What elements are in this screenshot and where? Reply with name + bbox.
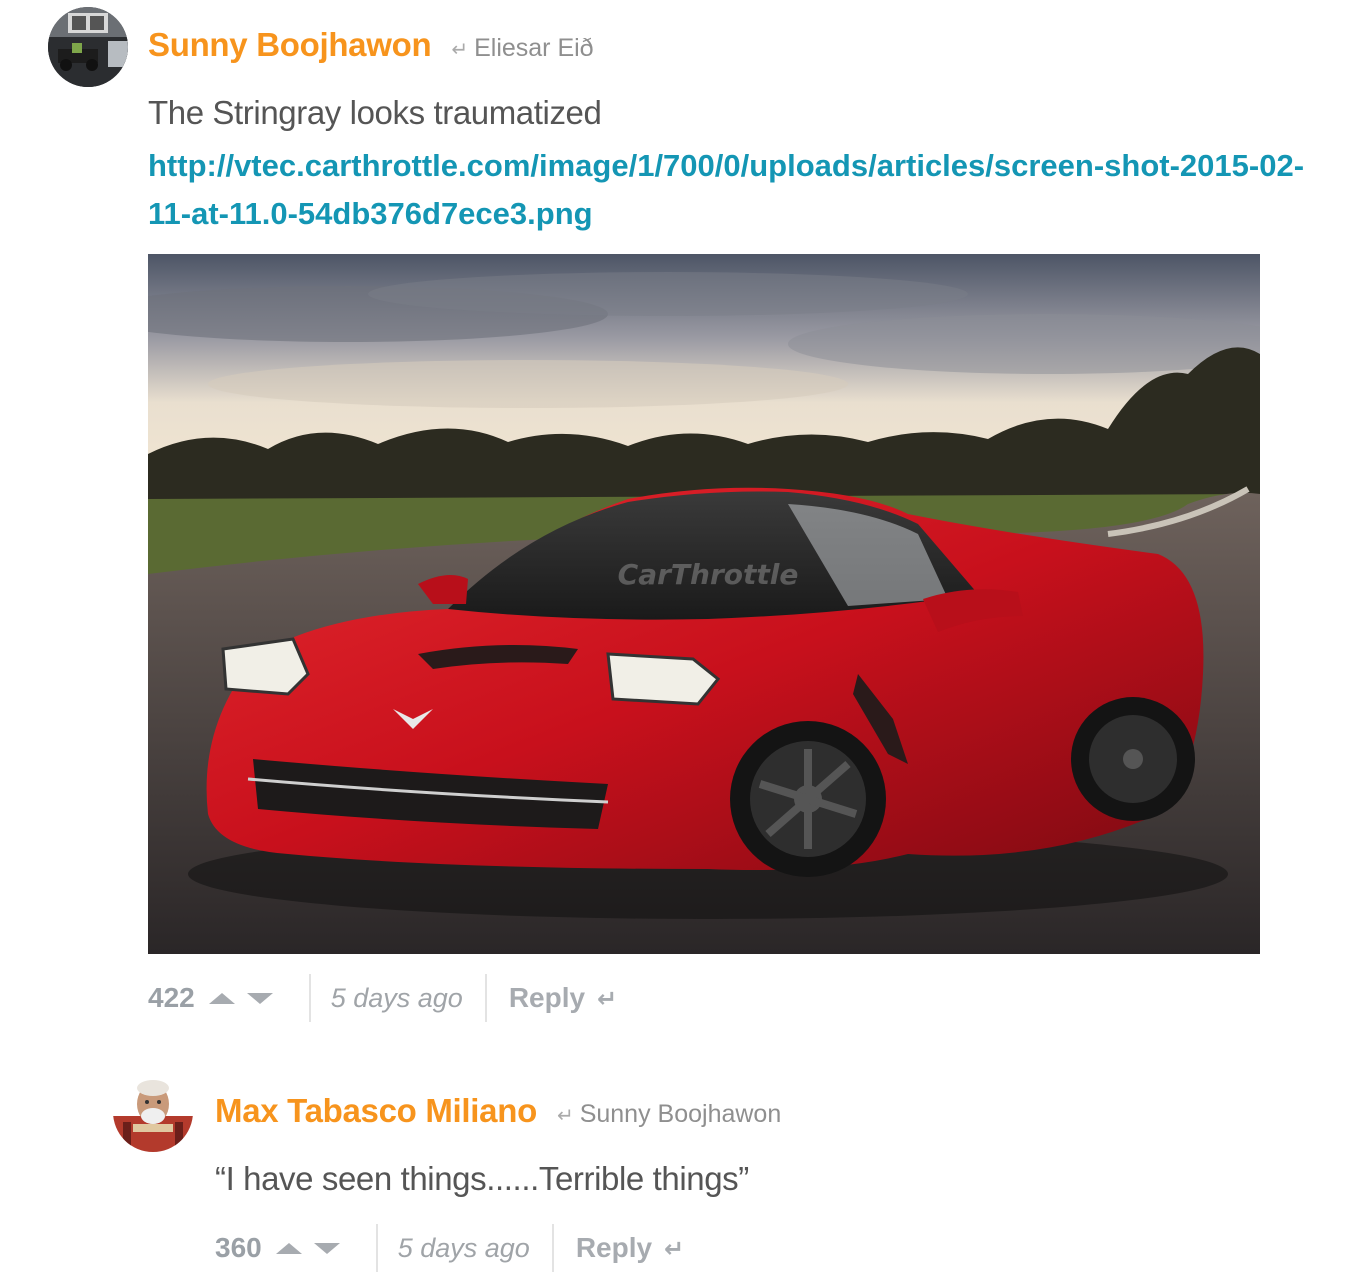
author-name[interactable]: Max Tabasco Miliano bbox=[215, 1092, 537, 1130]
divider bbox=[484, 974, 487, 1022]
avatar[interactable] bbox=[113, 1072, 193, 1152]
divider bbox=[308, 974, 311, 1022]
author-name[interactable]: Sunny Boojhawon bbox=[148, 26, 432, 64]
reply-arrow-icon: ↵ bbox=[451, 39, 469, 61]
embedded-image[interactable]: CarThrottle bbox=[148, 254, 1260, 954]
comment-header: Sunny Boojhawon ↵ Eliesar Eið bbox=[148, 26, 594, 64]
avatar[interactable] bbox=[48, 7, 128, 87]
reply-arrow-icon: ↵ bbox=[597, 986, 618, 1013]
reply-to[interactable]: ↵ Eliesar Eið bbox=[451, 34, 593, 63]
timestamp[interactable]: 5 days ago bbox=[331, 983, 463, 1014]
reply-to-name: Sunny Boojhawon bbox=[579, 1100, 782, 1128]
reply-arrow-icon: ↵ bbox=[556, 1105, 574, 1127]
vote-score: 422 bbox=[148, 982, 195, 1013]
divider bbox=[551, 1224, 554, 1272]
reply-to-name: Eliesar Eið bbox=[474, 34, 594, 62]
reply-button[interactable]: Reply ↵ bbox=[509, 982, 617, 1014]
image-link[interactable]: http://vtec.carthrottle.com/image/1/700/… bbox=[148, 142, 1308, 238]
reply-label: Reply bbox=[575, 1232, 653, 1263]
reply-button[interactable]: Reply ↵ bbox=[576, 1232, 684, 1264]
divider bbox=[375, 1224, 378, 1272]
image-watermark: CarThrottle bbox=[618, 558, 799, 591]
timestamp[interactable]: 5 days ago bbox=[398, 1233, 530, 1264]
upvote-icon[interactable] bbox=[208, 992, 235, 1004]
comment-body: “I have seen things......Terrible things… bbox=[215, 1160, 749, 1197]
reply-label: Reply bbox=[508, 982, 586, 1013]
upvote-icon[interactable] bbox=[275, 1242, 302, 1254]
comment-actions: 422 5 days ago Reply ↵ bbox=[148, 974, 617, 1022]
comment-body: The Stringray looks traumatized bbox=[148, 94, 602, 131]
downvote-icon[interactable] bbox=[246, 992, 273, 1004]
reply-arrow-icon: ↵ bbox=[664, 1236, 685, 1263]
comment-header: Max Tabasco Miliano ↵ Sunny Boojhawon bbox=[215, 1092, 781, 1130]
downvote-icon[interactable] bbox=[313, 1242, 340, 1254]
vote-score: 360 bbox=[215, 1232, 262, 1263]
comment-thread: Sunny Boojhawon ↵ Eliesar Eið The String… bbox=[0, 0, 1362, 1282]
reply-to[interactable]: ↵ Sunny Boojhawon bbox=[557, 1100, 781, 1129]
comment-actions: 360 5 days ago Reply ↵ bbox=[215, 1224, 684, 1272]
